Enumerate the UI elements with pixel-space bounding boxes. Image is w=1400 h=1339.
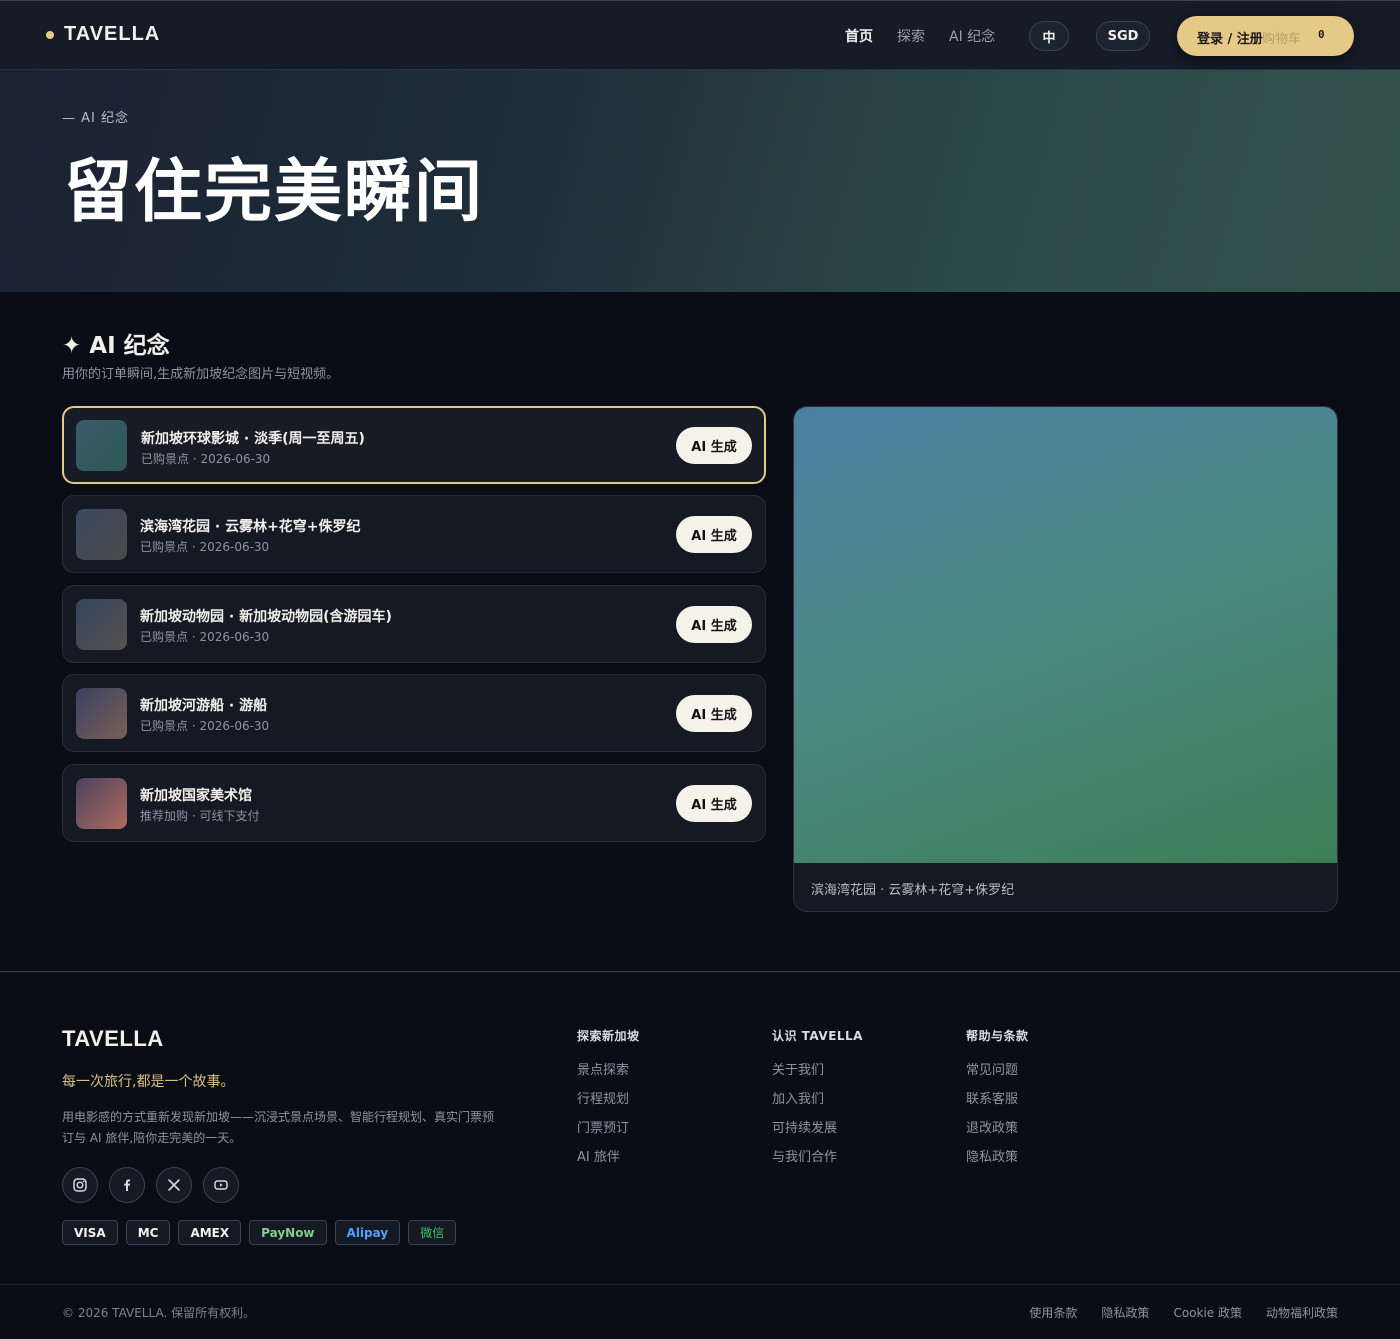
item-thumbnail [76,599,127,650]
cart-count-badge: 0 [1318,28,1325,41]
item-name: 新加坡国家美术馆 [140,788,252,804]
item-thumbnail [76,688,127,739]
footer-column-heading: 探索新加坡 [577,1029,640,1043]
footer-link[interactable]: AI 旅伴 [577,1146,640,1175]
footer-link[interactable]: 常见问题 [966,1059,1029,1088]
list-item[interactable]: 新加坡环球影城 · 淡季(周一至周五) 已购景点 · 2026-06-30 AI… [62,406,766,484]
cart-label[interactable]: 购物车 [1262,28,1301,47]
x-icon[interactable] [156,1167,192,1203]
payment-badge-wechat: 微信 [408,1220,457,1245]
footer-link[interactable]: 门票预订 [577,1117,640,1146]
ai-generate-button[interactable]: AI 生成 [676,427,752,464]
ai-preview-card: 滨海湾花园 · 云雾林+花穹+侏罗纪 [793,406,1338,912]
language-toggle-button[interactable]: 中 [1029,21,1069,51]
nav-link-explore[interactable]: 探索 [897,26,925,46]
payment-badge-visa: VISA [62,1220,118,1245]
list-item[interactable]: 新加坡河游船 · 游船 已购景点 · 2026-06-30 AI 生成 [62,674,766,752]
item-thumbnail [76,509,127,560]
brand-logo[interactable]: TAVELLA [46,23,160,46]
top-nav: TAVELLA 首页 探索 AI 纪念 中 SGD 登录 / 注册 购物车 0 [0,0,1400,70]
footer-description: 用电影感的方式重新发现新加坡——沉浸式景点场景、智能行程规划、真实门票预订与 A… [62,1110,495,1145]
footer-link[interactable]: 退改政策 [966,1117,1029,1146]
item-name: 滨海湾花园 · 云雾林+花穹+侏罗纪 [140,519,361,535]
section-title: ✦ AI 纪念 [62,333,170,359]
legal-link-privacy[interactable]: 隐私政策 [1101,1304,1149,1321]
nav-links: 首页 探索 AI 纪念 [845,26,995,46]
ai-generate-button[interactable]: AI 生成 [676,516,752,553]
facebook-icon[interactable] [109,1167,145,1203]
footer-link[interactable]: 行程规划 [577,1088,640,1117]
currency-button[interactable]: SGD [1096,21,1150,51]
footer-column-help: 帮助与条款 常见问题 联系客服 退改政策 隐私政策 [966,1027,1029,1175]
list-item[interactable]: 滨海湾花园 · 云雾林+花穹+侏罗纪 已购景点 · 2026-06-30 AI … [62,495,766,573]
ai-generate-button[interactable]: AI 生成 [676,695,752,732]
footer-column-explore: 探索新加坡 景点探索 行程规划 门票预订 AI 旅伴 [577,1027,640,1175]
social-links [62,1167,239,1203]
brand-dot-icon [46,30,54,39]
legal-link-terms[interactable]: 使用条款 [1029,1304,1077,1321]
footer-bottom-divider [0,1284,1400,1285]
item-meta: 已购景点 · 2026-06-30 [140,719,270,733]
login-register-label[interactable]: 登录 / 注册 [1197,28,1263,47]
footer-link[interactable]: 联系客服 [966,1088,1029,1117]
list-item[interactable]: 新加坡国家美术馆 推荐加购 · 可线下支付 AI 生成 [62,764,766,842]
footer-link[interactable]: 加入我们 [772,1088,863,1117]
payment-badge-mastercard: MC [125,1220,171,1245]
footer-tagline: 每一次旅行,都是一个故事。 [62,1074,235,1090]
footer-link[interactable]: 关于我们 [772,1059,863,1088]
item-meta: 已购景点 · 2026-06-30 [141,452,271,466]
list-item[interactable]: 新加坡动物园 · 新加坡动物园(含游园车) 已购景点 · 2026-06-30 … [62,585,766,663]
footer-link[interactable]: 可持续发展 [772,1117,863,1146]
item-meta: 推荐加购 · 可线下支付 [140,809,260,823]
ai-generate-button[interactable]: AI 生成 [676,606,752,643]
youtube-icon[interactable] [203,1167,239,1203]
footer-column-heading: 认识 TAVELLA [772,1029,863,1043]
item-name: 新加坡动物园 · 新加坡动物园(含游园车) [140,609,392,625]
brand-name: TAVELLA [64,23,161,45]
payment-badge-amex: AMEX [178,1220,242,1245]
footer-divider [0,971,1400,972]
payment-badge-paynow: PayNow [249,1220,327,1245]
copyright-text: © 2026 TAVELLA. 保留所有权利。 [62,1306,256,1320]
hero-banner: — AI 纪念 留住完美瞬间 [0,70,1400,292]
item-thumbnail [76,420,127,471]
ai-generate-button[interactable]: AI 生成 [676,785,752,822]
login-cart-button[interactable]: 登录 / 注册 购物车 0 [1177,16,1354,56]
nav-link-home[interactable]: 首页 [845,26,873,46]
legal-links: 使用条款 隐私政策 Cookie 政策 动物福利政策 [1029,1304,1338,1321]
legal-link-animal-welfare[interactable]: 动物福利政策 [1266,1304,1338,1321]
payment-badge-alipay: Alipay [334,1220,401,1245]
item-meta: 已购景点 · 2026-06-30 [140,630,270,644]
preview-caption: 滨海湾花园 · 云雾林+花穹+侏罗纪 [811,883,1015,898]
hero-title: 留住完美瞬间 [64,153,485,232]
legal-link-cookie[interactable]: Cookie 政策 [1173,1304,1242,1321]
section-subtitle: 用你的订单瞬间,生成新加坡纪念图片与短视频。 [62,367,340,382]
footer-link[interactable]: 景点探索 [577,1059,640,1088]
nav-link-ai-memories[interactable]: AI 纪念 [949,26,995,46]
footer-column-heading: 帮助与条款 [966,1029,1029,1043]
instagram-icon[interactable] [62,1167,98,1203]
footer-brand: TAVELLA [62,1026,164,1051]
item-name: 新加坡环球影城 · 淡季(周一至周五) [141,431,365,447]
item-name: 新加坡河游船 · 游船 [140,698,268,714]
item-thumbnail [76,778,127,829]
preview-image [794,407,1337,863]
hero-eyebrow: — AI 纪念 [62,111,129,126]
footer-link[interactable]: 与我们合作 [772,1146,863,1175]
payment-methods: VISA MC AMEX PayNow Alipay 微信 [62,1220,457,1245]
footer-column-about: 认识 TAVELLA 关于我们 加入我们 可持续发展 与我们合作 [772,1027,863,1175]
item-meta: 已购景点 · 2026-06-30 [140,540,270,554]
footer-link[interactable]: 隐私政策 [966,1146,1029,1175]
